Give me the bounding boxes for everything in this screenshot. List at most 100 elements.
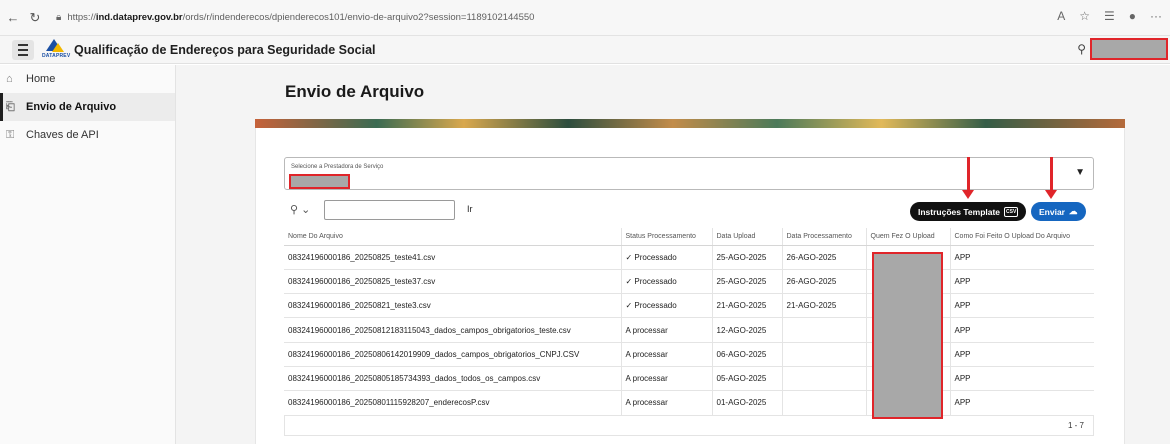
sidebar-item-label: Envio de Arquivo xyxy=(26,101,117,113)
sidebar: ⌂ Home ⎗ Envio de Arquivo ⚿ Chaves de AP… xyxy=(0,65,176,444)
file-name: 08324196000186_20250821_teste3.csv xyxy=(284,293,622,319)
processed-date xyxy=(782,390,867,416)
menu-toggle-button[interactable] xyxy=(12,39,34,60)
chevron-down-icon[interactable]: ▼ xyxy=(1075,167,1085,178)
page-title: Envio de Arquivo xyxy=(285,82,425,101)
upload-date: 06-AGO-2025 xyxy=(712,342,783,367)
sidebar-item-label: Chaves de API xyxy=(26,129,99,141)
sidebar-item-chaves-de-api[interactable]: ⚿ Chaves de API xyxy=(0,121,175,149)
table-row: 08324196000186_20250825_teste41.csv ✓ Pr… xyxy=(284,245,1094,270)
annotation-arrow-instructions xyxy=(962,157,974,199)
sidebar-item-home[interactable]: ⌂ Home xyxy=(0,65,175,93)
file-name: 08324196000186_20250806142019909_dados_c… xyxy=(284,342,622,367)
enviar-button[interactable]: Enviar ☁ xyxy=(1031,202,1086,221)
table-row: 08324196000186_20250805185734393_dados_t… xyxy=(284,366,1094,392)
more-icon[interactable]: ··· xyxy=(1150,9,1162,23)
instrucoes-template-button[interactable]: Instruções Template CSV xyxy=(910,202,1027,221)
upload-method: APP xyxy=(950,342,1094,367)
file-name: 08324196000186_20250825_teste41.csv xyxy=(284,245,622,270)
upload-method: APP xyxy=(950,245,1094,270)
redacted-uploader-column xyxy=(872,252,943,419)
upload-date: 01-AGO-2025 xyxy=(712,390,783,416)
file-upload-icon: ⎗ xyxy=(6,100,15,113)
file-name: 08324196000186_20250805185734393_dados_t… xyxy=(284,366,622,392)
processed-date xyxy=(782,342,867,367)
table-row: 08324196000186_20250825_teste37.csv ✓ Pr… xyxy=(284,269,1094,295)
user-icon[interactable]: ⚲ xyxy=(1077,42,1086,56)
status: ✓ Processado xyxy=(621,245,713,270)
status: A processar xyxy=(621,317,713,343)
upload-method: APP xyxy=(950,390,1094,416)
status: ✓ Processado xyxy=(621,293,713,319)
table-header-row: Nome Do Arquivo Status Processamento Dat… xyxy=(284,228,1094,246)
processed-date: 21-AGO-2025 xyxy=(782,293,867,319)
processed-date xyxy=(782,317,867,343)
key-icon: ⚿ xyxy=(6,128,15,141)
column-header[interactable]: Nome Do Arquivo xyxy=(284,228,622,246)
table-row: 08324196000186_20250806142019909_dados_c… xyxy=(284,342,1094,367)
column-header[interactable]: Data Processamento xyxy=(782,228,867,246)
status: ✓ Processado xyxy=(621,269,713,295)
select-label: Selecione a Prestadora de Serviço xyxy=(291,164,384,170)
favorites-list-icon[interactable]: ☰ xyxy=(1104,9,1115,23)
url-prefix: https:// xyxy=(67,12,96,23)
redacted-username[interactable] xyxy=(1090,38,1168,60)
table-footer xyxy=(284,416,1094,436)
back-icon[interactable]: ← xyxy=(4,9,22,27)
status: A processar xyxy=(621,342,713,367)
sidebar-item-label: Home xyxy=(26,73,56,85)
address-bar[interactable]: 🔒︎ https://ind.dataprev.gov.br/ords/r/in… xyxy=(52,7,1012,29)
pagination-range: 1 - 7 xyxy=(1068,421,1085,430)
lock-icon: 🔒︎ xyxy=(56,12,62,23)
processed-date: 26-AGO-2025 xyxy=(782,245,867,270)
search-icon[interactable]: ⚲ ⌄ xyxy=(290,203,310,216)
column-header[interactable]: Como Foi Feito O Upload Do Arquivo xyxy=(950,228,1094,246)
app-header: DATAPREV Qualificação de Endereços para … xyxy=(0,36,1170,64)
csv-file-icon: CSV xyxy=(1004,206,1019,217)
go-button[interactable]: Ir xyxy=(467,204,473,214)
file-name: 08324196000186_20250825_teste37.csv xyxy=(284,269,622,295)
url-domain: ind.dataprev.gov.br xyxy=(95,12,183,23)
sidebar-item-envio-de-arquivo[interactable]: ⎗ Envio de Arquivo xyxy=(0,93,175,121)
report-toolbar: ⚲ ⌄ Ir Instruções Template CSV Enviar ☁ xyxy=(284,199,1094,223)
table-row: 08324196000186_20250812183115043_dados_c… xyxy=(284,317,1094,343)
search-input[interactable] xyxy=(324,200,455,220)
annotation-arrow-send xyxy=(1045,157,1057,199)
upload-method: APP xyxy=(950,317,1094,343)
upload-date: 25-AGO-2025 xyxy=(712,245,783,270)
status: A processar xyxy=(621,366,713,392)
profile-icon[interactable]: ● xyxy=(1129,9,1136,23)
send-label: Enviar xyxy=(1039,206,1065,217)
table-row: 08324196000186_20250801115928207_enderec… xyxy=(284,390,1094,416)
file-name: 08324196000186_20250801115928207_enderec… xyxy=(284,390,622,416)
files-table: Nome Do Arquivo Status Processamento Dat… xyxy=(284,228,1094,416)
processed-date: 26-AGO-2025 xyxy=(782,269,867,295)
instructions-label: Instruções Template xyxy=(918,206,1001,217)
url-path: /ords/r/indenderecos/dpienderecos101/env… xyxy=(182,12,535,23)
processed-date xyxy=(782,366,867,392)
file-name: 08324196000186_20250812183115043_dados_c… xyxy=(284,317,622,343)
upload-method: APP xyxy=(950,293,1094,319)
cloud-upload-icon: ☁ xyxy=(1069,206,1078,216)
reload-icon[interactable]: ↻ xyxy=(26,9,44,27)
upload-method: APP xyxy=(950,366,1094,392)
column-header[interactable]: Status Processamento xyxy=(621,228,713,246)
column-header[interactable]: Quem Fez O Upload xyxy=(866,228,951,246)
upload-date: 21-AGO-2025 xyxy=(712,293,783,319)
redacted-select-value xyxy=(289,174,350,189)
upload-date: 05-AGO-2025 xyxy=(712,366,783,392)
status: A processar xyxy=(621,390,713,416)
column-header[interactable]: Data Upload xyxy=(712,228,783,246)
prestadora-select[interactable]: Selecione a Prestadora de Serviço ▼ xyxy=(284,157,1094,190)
read-aloud-icon[interactable]: A xyxy=(1057,9,1065,23)
decorative-banner xyxy=(255,119,1125,128)
upload-method: APP xyxy=(950,269,1094,295)
upload-date: 25-AGO-2025 xyxy=(712,269,783,295)
home-icon: ⌂ xyxy=(6,73,13,85)
table-row: 08324196000186_20250821_teste3.csv ✓ Pro… xyxy=(284,293,1094,319)
app-title: Qualificação de Endereços para Seguridad… xyxy=(74,42,376,57)
dataprev-logo: DATAPREV xyxy=(42,38,70,61)
upload-date: 12-AGO-2025 xyxy=(712,317,783,343)
favorite-icon[interactable]: ☆ xyxy=(1079,9,1090,23)
browser-toolbar: ← ↻ 🔒︎ https://ind.dataprev.gov.br/ords/… xyxy=(0,0,1170,36)
